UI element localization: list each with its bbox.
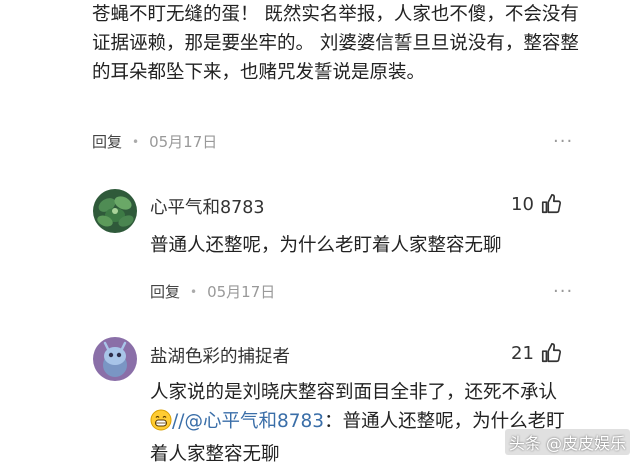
- mention-link[interactable]: @心平气和8783: [184, 411, 324, 432]
- more-icon[interactable]: ···: [553, 133, 573, 151]
- like-button[interactable]: 21: [511, 342, 562, 364]
- thumbs-up-icon: [541, 343, 561, 363]
- like-count: 10: [511, 193, 534, 215]
- like-button[interactable]: 10: [511, 193, 562, 215]
- avatar-image: [93, 189, 137, 233]
- comment-date: 05月17日: [149, 133, 218, 151]
- comment-text: 普通人还整呢，为什么老盯着人家整容无聊: [150, 235, 502, 256]
- like-count: 21: [511, 342, 534, 364]
- comment-meta: 回复 • 05月17日: [92, 131, 217, 152]
- comment-text: 人家说的是刘晓庆整容到面目全非了，还死不承认//@心平气和8783：普通人还整呢…: [150, 378, 570, 469]
- avatar[interactable]: [93, 337, 137, 381]
- username[interactable]: 心平气和8783: [150, 194, 265, 219]
- username[interactable]: 盐湖色彩的捕捉者: [150, 343, 290, 368]
- comment-text-main: 人家说的是刘晓庆整容到面目全非了，还死不承认: [150, 382, 558, 403]
- separator-dot: •: [190, 284, 198, 299]
- comment-meta: 回复 • 05月17日: [150, 281, 275, 302]
- comment-text: 苍蝇不盯无缝的蛋！ 既然实名举报，人家也不傻，不会没有证据诬赖，那是要坐牢的。 …: [92, 4, 579, 83]
- avatar-image: [93, 337, 137, 381]
- reply-button[interactable]: 回复: [92, 131, 122, 152]
- comment-date: 05月17日: [207, 283, 276, 301]
- mention-separator: //: [172, 411, 185, 432]
- thumbs-up-icon: [541, 194, 561, 214]
- grin-emoji-icon: [150, 409, 172, 440]
- separator-dot: •: [132, 134, 140, 149]
- avatar[interactable]: [93, 189, 137, 233]
- reply-button[interactable]: 回复: [150, 281, 180, 302]
- watermark: 头条 @皮皮娱乐: [504, 429, 630, 455]
- more-icon[interactable]: ···: [553, 283, 573, 301]
